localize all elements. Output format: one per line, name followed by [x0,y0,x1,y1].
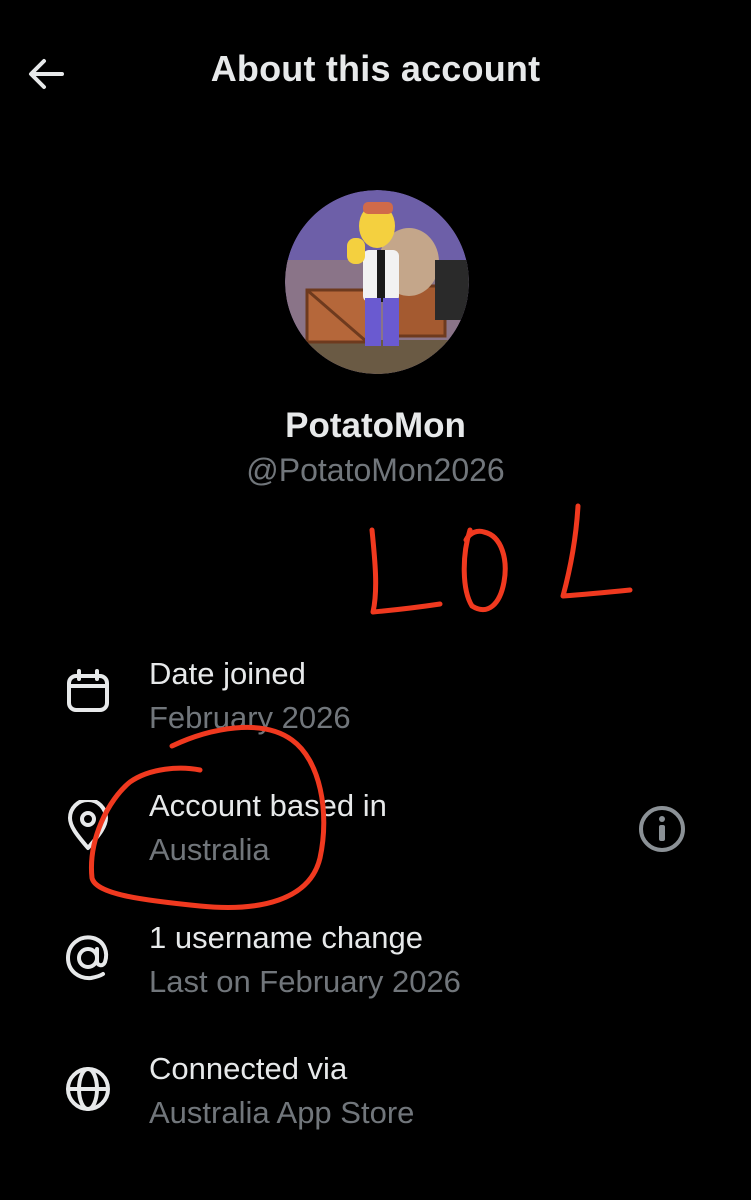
handle: @PotatoMon2026 [246,452,505,488]
lol-scribble [369,503,633,615]
row-title: Connected via [149,1051,348,1086]
row-subtitle: February 2026 [149,700,351,735]
calendar-icon [58,662,118,722]
row-subtitle: Australia [149,832,270,867]
location-pin-icon [58,796,118,856]
header: About this account [0,0,751,145]
row-title: Account based in [149,788,387,823]
row-subtitle: Last on February 2026 [149,964,461,999]
row-date-joined: Date joined February 2026 [0,648,751,758]
globe-icon [58,1059,118,1119]
display-name: PotatoMon [285,406,466,445]
row-subtitle: Australia App Store [149,1095,415,1130]
at-sign-icon [58,928,118,988]
info-button[interactable] [636,803,688,855]
info-icon [639,806,685,852]
row-title: Date joined [149,656,306,691]
avatar[interactable] [285,190,469,374]
row-username-change: 1 username change Last on February 2026 [0,912,751,1022]
page-title: About this account [210,48,541,89]
row-connected-via: Connected via Australia App Store [0,1043,751,1153]
row-title: 1 username change [149,920,424,955]
